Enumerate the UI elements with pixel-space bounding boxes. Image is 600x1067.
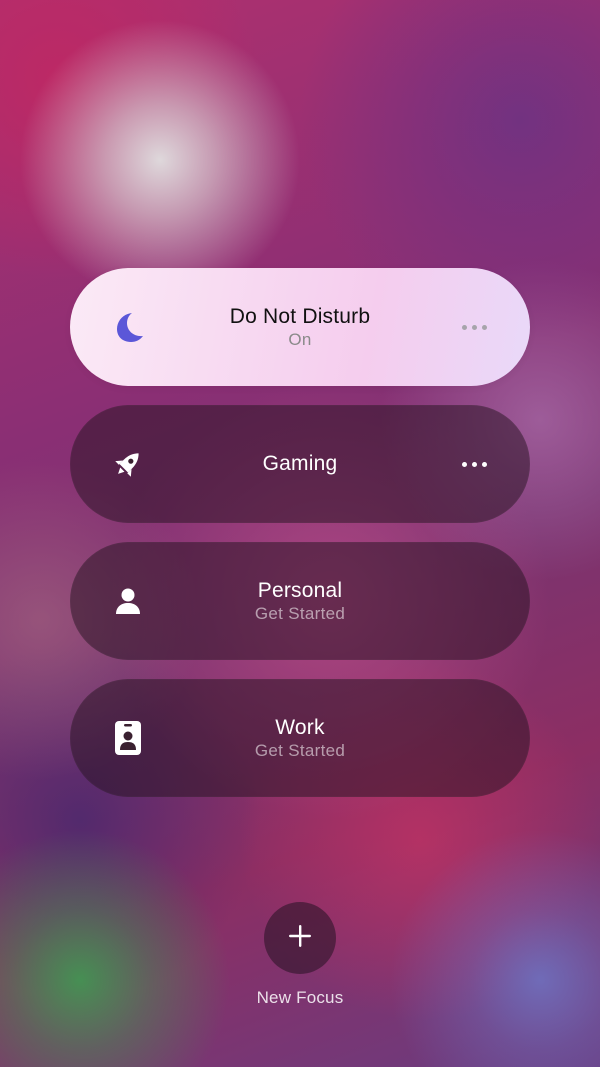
ellipsis-icon (461, 324, 467, 330)
focus-mode-text: Work Get Started (70, 715, 530, 761)
ellipsis-icon (461, 461, 467, 467)
new-focus-button[interactable] (264, 902, 336, 974)
plus-icon (287, 923, 313, 954)
focus-mode-status: Get Started (254, 604, 346, 623)
more-options-button[interactable] (454, 312, 494, 342)
focus-mode-list: Do Not Disturb On Gaming Personal Get St… (70, 268, 530, 816)
focus-mode-personal[interactable]: Personal Get Started (70, 542, 530, 660)
focus-mode-title: Personal (257, 579, 343, 602)
focus-mode-status: Get Started (254, 741, 346, 760)
focus-mode-gaming[interactable]: Gaming (70, 405, 530, 523)
focus-mode-title: Work (275, 716, 325, 739)
more-options-button[interactable] (454, 449, 494, 479)
focus-mode-text: Personal Get Started (70, 578, 530, 624)
new-focus-label: New Focus (256, 988, 344, 1007)
focus-mode-do-not-disturb[interactable]: Do Not Disturb On (70, 268, 530, 386)
focus-mode-work[interactable]: Work Get Started (70, 679, 530, 797)
new-focus-section: New Focus (0, 902, 600, 1008)
focus-screen: Do Not Disturb On Gaming Personal Get St… (0, 0, 600, 1067)
